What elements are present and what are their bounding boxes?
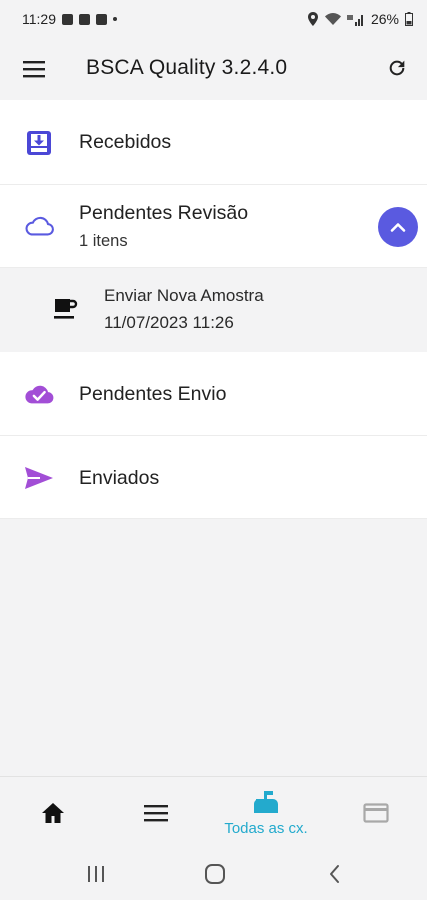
sub-list-item[interactable]: Enviar Nova Amostra 11/07/2023 11:26 (0, 268, 427, 352)
pendentes-envio-label: Pendentes Envio (79, 383, 227, 405)
recent-apps-icon (88, 866, 104, 882)
cloud-check-icon (24, 379, 54, 409)
send-icon (24, 463, 54, 493)
system-navigation-bar (0, 848, 427, 900)
home-circle-icon (205, 864, 225, 884)
gallery-notification-icon (62, 13, 73, 25)
location-icon (307, 12, 318, 26)
home-system-button[interactable] (201, 860, 229, 888)
card-icon (363, 803, 389, 823)
nav-all-mailboxes[interactable]: Todas as cx. (213, 777, 319, 849)
battery-icon (405, 12, 413, 26)
refresh-icon (389, 60, 405, 76)
cloud-outline-icon (24, 211, 54, 241)
sub-item-datetime: 11/07/2023 11:26 (104, 313, 234, 332)
home-icon (42, 803, 64, 823)
back-button[interactable] (321, 860, 349, 888)
enviados-label: Enviados (79, 467, 160, 489)
more-notifications-icon (113, 17, 117, 21)
battery-level: 26% (370, 11, 399, 27)
inbox-download-icon (24, 128, 54, 158)
pendentes-revisao-count: 1 itens (79, 232, 128, 250)
list-item-pendentes-envio[interactable]: Pendentes Envio (0, 352, 427, 436)
hamburger-menu-icon (23, 61, 45, 78)
app-bar: BSCA Quality 3.2.4.0 (0, 38, 427, 100)
list-item-recebidos[interactable]: Recebidos (0, 100, 427, 185)
bottom-navigation: Todas as cx. (0, 776, 427, 848)
nav-list[interactable] (103, 777, 209, 849)
nav-all-mailboxes-label: Todas as cx. (224, 819, 308, 837)
status-bar: 11:29 26% (0, 0, 427, 38)
status-time: 11:29 (22, 11, 56, 27)
collapse-button[interactable] (378, 207, 418, 247)
mailbox-icon (254, 790, 278, 813)
list-item-enviados[interactable]: Enviados (0, 436, 427, 519)
nav-home[interactable] (0, 777, 106, 849)
app-notification-icon (96, 13, 107, 25)
signal-icon (346, 14, 363, 26)
pendentes-revisao-label: Pendentes Revisão (79, 202, 249, 224)
wifi-icon (324, 12, 341, 25)
list-icon (144, 805, 168, 822)
nav-card[interactable] (323, 777, 427, 849)
sub-item-title: Enviar Nova Amostra (104, 286, 264, 305)
message-notification-icon (79, 13, 90, 25)
back-chevron-icon (330, 865, 339, 883)
recent-apps-button[interactable] (82, 860, 110, 888)
refresh-button[interactable] (381, 52, 413, 84)
mailbox-list: Recebidos Pendentes Revisão 1 itens Envi… (0, 100, 427, 519)
menu-button[interactable] (18, 53, 50, 85)
app-title: BSCA Quality 3.2.4.0 (86, 56, 288, 79)
chevron-up-icon (390, 223, 406, 232)
recebidos-label: Recebidos (79, 131, 172, 153)
list-item-pendentes-revisao[interactable]: Pendentes Revisão 1 itens (0, 185, 427, 268)
coffee-cup-icon (50, 294, 80, 324)
